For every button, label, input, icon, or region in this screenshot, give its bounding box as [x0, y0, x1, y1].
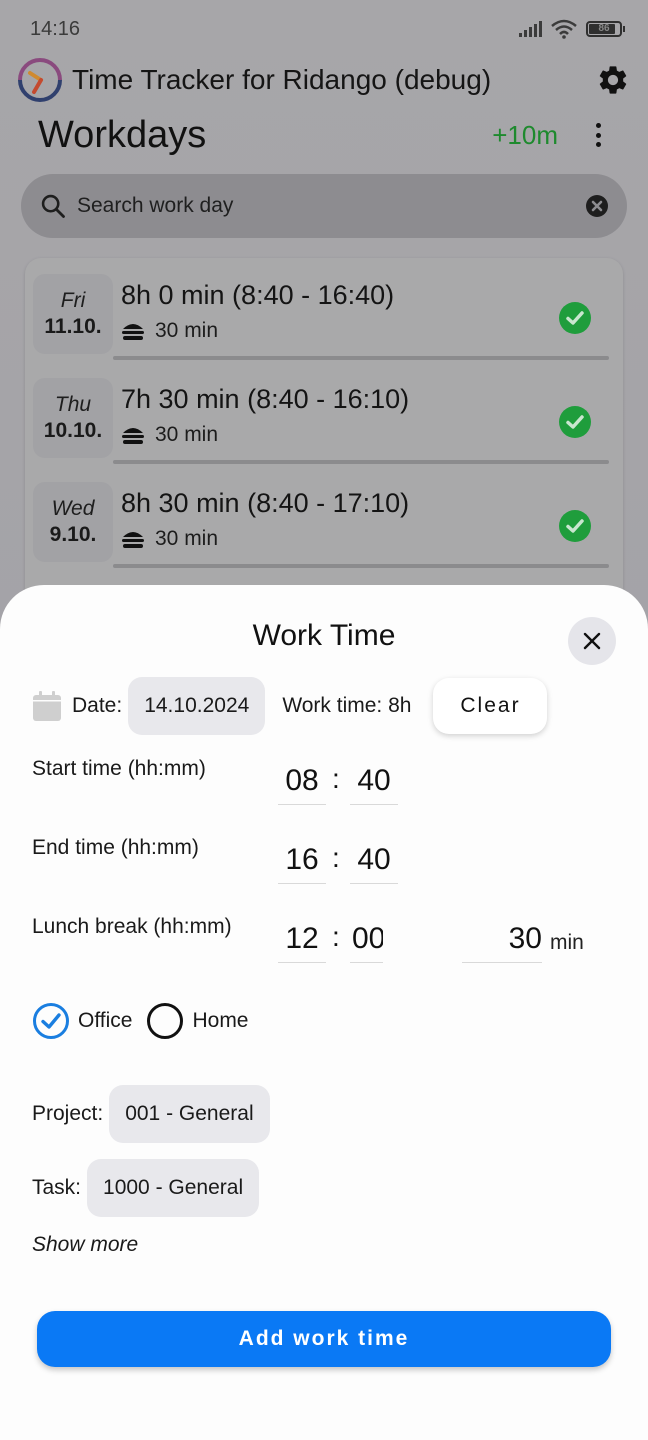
end-hour-input[interactable] — [278, 836, 326, 884]
location-home-label[interactable]: Home — [192, 1009, 248, 1033]
radio-checked-icon[interactable] — [32, 1002, 70, 1040]
show-more-link[interactable]: Show more — [32, 1233, 138, 1257]
clear-button[interactable]: Clear — [433, 678, 548, 734]
close-button[interactable] — [568, 617, 616, 665]
lunch-hour-input[interactable] — [278, 915, 326, 963]
date-row: Date: 14.10.2024 Work time: 8h Clear — [32, 677, 616, 735]
lunch-duration-unit: min — [550, 931, 584, 954]
lunch-break-row: Lunch break (hh:mm) : min — [32, 915, 616, 975]
time-separator: : — [332, 921, 340, 952]
start-time-label: Start time (hh:mm) — [32, 757, 206, 780]
date-picker-button[interactable]: 14.10.2024 — [128, 677, 266, 735]
task-label: Task: — [32, 1176, 82, 1199]
start-minute-input[interactable] — [350, 757, 398, 805]
close-icon — [583, 632, 601, 650]
add-work-time-button[interactable]: Add work time — [37, 1311, 611, 1367]
time-separator: : — [332, 842, 340, 873]
project-select[interactable]: 001 - General — [109, 1085, 270, 1143]
location-radio-group: Office Home — [32, 1002, 263, 1040]
project-label: Project: — [32, 1102, 104, 1125]
start-time-row: Start time (hh:mm) : — [32, 757, 616, 817]
sheet-title: Work Time — [252, 619, 396, 652]
work-time-total: Work time: 8h — [282, 694, 412, 717]
end-time-label: End time (hh:mm) — [32, 836, 199, 859]
task-row: Task: 1000 - General — [32, 1159, 260, 1217]
lunch-duration-input[interactable] — [462, 915, 542, 963]
lunch-break-label: Lunch break (hh:mm) — [32, 915, 232, 938]
time-separator: : — [332, 763, 340, 794]
project-row: Project: 001 - General — [32, 1085, 270, 1143]
lunch-minute-input[interactable] — [350, 915, 383, 963]
end-minute-input[interactable] — [350, 836, 398, 884]
date-label: Date: — [72, 694, 123, 717]
location-office-label[interactable]: Office — [78, 1009, 132, 1033]
end-time-row: End time (hh:mm) : — [32, 836, 616, 896]
calendar-icon — [33, 691, 61, 721]
radio-unchecked-icon[interactable] — [146, 1002, 184, 1040]
work-time-sheet: Work Time Date: 14.10.2024 Work time: 8h… — [0, 585, 648, 1440]
start-hour-input[interactable] — [278, 757, 326, 805]
task-select[interactable]: 1000 - General — [87, 1159, 260, 1217]
